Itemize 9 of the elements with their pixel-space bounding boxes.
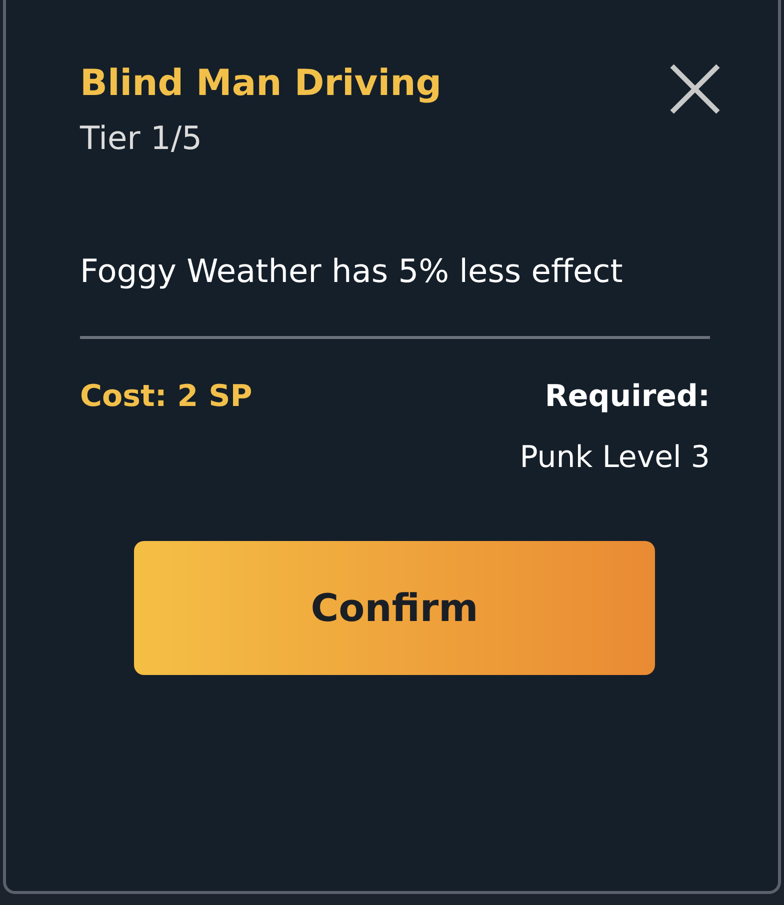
close-icon [670, 64, 720, 114]
required-label: Required: [544, 378, 710, 414]
cost-label: Cost: 2 SP [80, 378, 252, 416]
close-button[interactable] [668, 62, 722, 116]
tier-label: Tier 1/5 [80, 119, 203, 158]
description-text: Foggy Weather has 5% less effect [80, 250, 624, 292]
confirm-button[interactable]: Confirm [134, 540, 655, 675]
required-value: Punk Level 3 [520, 440, 710, 475]
dialog-title: Blind Man Driving [80, 62, 442, 106]
